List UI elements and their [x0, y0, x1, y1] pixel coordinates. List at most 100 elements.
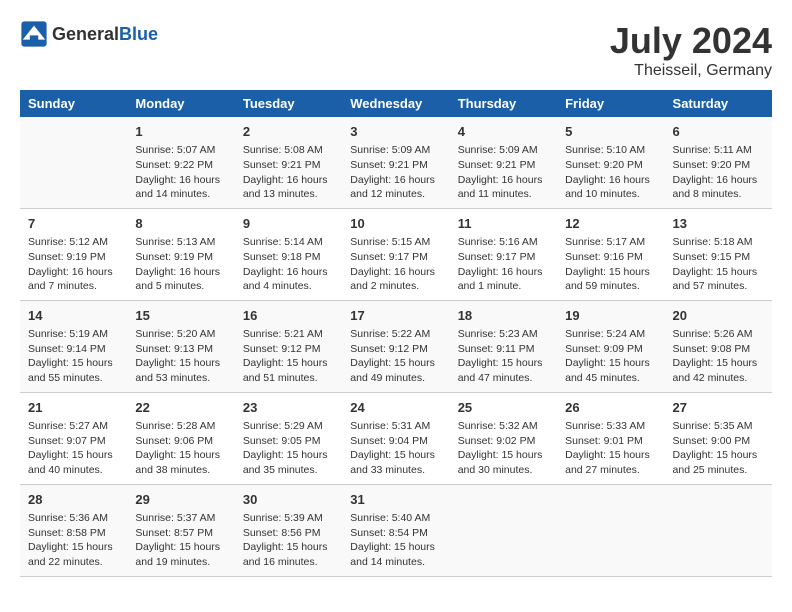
day-number: 12 — [565, 215, 656, 233]
day-number: 16 — [243, 307, 334, 325]
day-number: 30 — [243, 491, 334, 509]
calendar-cell: 1 Sunrise: 5:07 AM Sunset: 9:22 PM Daylig… — [127, 117, 234, 208]
day-info: Sunrise: 5:40 AM Sunset: 8:54 PM Dayligh… — [350, 511, 441, 570]
day-info: Sunrise: 5:16 AM Sunset: 9:17 PM Dayligh… — [458, 235, 549, 294]
day-number: 29 — [135, 491, 226, 509]
day-info: Sunrise: 5:18 AM Sunset: 9:15 PM Dayligh… — [673, 235, 764, 294]
calendar-cell: 12 Sunrise: 5:17 AM Sunset: 9:16 PM Dayli… — [557, 208, 664, 300]
day-info: Sunrise: 5:23 AM Sunset: 9:11 PM Dayligh… — [458, 327, 549, 386]
day-info: Sunrise: 5:11 AM Sunset: 9:20 PM Dayligh… — [673, 143, 764, 202]
day-info: Sunrise: 5:35 AM Sunset: 9:00 PM Dayligh… — [673, 419, 764, 478]
day-number: 5 — [565, 123, 656, 141]
calendar-cell: 31 Sunrise: 5:40 AM Sunset: 8:54 PM Dayli… — [342, 484, 449, 576]
header-day-friday: Friday — [557, 90, 664, 117]
calendar-cell: 25Sunrise: 5:32 AM Sunset: 9:02 PM Dayli… — [450, 392, 557, 484]
calendar-cell: 5Sunrise: 5:10 AM Sunset: 9:20 PM Daylig… — [557, 117, 664, 208]
day-info: Sunrise: 5:26 AM Sunset: 9:08 PM Dayligh… — [673, 327, 764, 386]
calendar-cell: 22 Sunrise: 5:28 AM Sunset: 9:06 PM Dayli… — [127, 392, 234, 484]
day-number: 24 — [350, 399, 441, 417]
calendar-cell: 19 Sunrise: 5:24 AM Sunset: 9:09 PM Dayli… — [557, 300, 664, 392]
day-number: 11 — [458, 215, 549, 233]
calendar-cell: 17 Sunrise: 5:22 AM Sunset: 9:12 PM Dayli… — [342, 300, 449, 392]
calendar-cell: 14Sunrise: 5:19 AM Sunset: 9:14 PM Dayli… — [20, 300, 127, 392]
header: General Blue July 2024 Theisseil, German… — [20, 20, 772, 80]
week-row-3: 14Sunrise: 5:19 AM Sunset: 9:14 PM Dayli… — [20, 300, 772, 392]
calendar-cell: 15 Sunrise: 5:20 AM Sunset: 9:13 PM Dayli… — [127, 300, 234, 392]
day-number: 4 — [458, 123, 549, 141]
calendar-cell — [665, 484, 772, 576]
week-row-4: 21 Sunrise: 5:27 AM Sunset: 9:07 PM Dayli… — [20, 392, 772, 484]
day-number: 15 — [135, 307, 226, 325]
calendar-header: SundayMondayTuesdayWednesdayThursdayFrid… — [20, 90, 772, 117]
day-info: Sunrise: 5:20 AM Sunset: 9:13 PM Dayligh… — [135, 327, 226, 386]
day-info: Sunrise: 5:24 AM Sunset: 9:09 PM Dayligh… — [565, 327, 656, 386]
day-info: Sunrise: 5:07 AM Sunset: 9:22 PM Dayligh… — [135, 143, 226, 202]
header-day-saturday: Saturday — [665, 90, 772, 117]
calendar-cell: 11 Sunrise: 5:16 AM Sunset: 9:17 PM Dayli… — [450, 208, 557, 300]
day-info: Sunrise: 5:08 AM Sunset: 9:21 PM Dayligh… — [243, 143, 334, 202]
day-number: 28 — [28, 491, 119, 509]
calendar-cell: 18 Sunrise: 5:23 AM Sunset: 9:11 PM Dayli… — [450, 300, 557, 392]
calendar-cell: 21 Sunrise: 5:27 AM Sunset: 9:07 PM Dayli… — [20, 392, 127, 484]
week-row-2: 7 Sunrise: 5:12 AM Sunset: 9:19 PM Daylig… — [20, 208, 772, 300]
calendar-cell: 27 Sunrise: 5:35 AM Sunset: 9:00 PM Dayli… — [665, 392, 772, 484]
day-number: 20 — [673, 307, 764, 325]
day-number: 8 — [135, 215, 226, 233]
day-number: 27 — [673, 399, 764, 417]
calendar-cell: 2 Sunrise: 5:08 AM Sunset: 9:21 PM Daylig… — [235, 117, 342, 208]
day-number: 21 — [28, 399, 119, 417]
calendar-body: 1 Sunrise: 5:07 AM Sunset: 9:22 PM Daylig… — [20, 117, 772, 576]
day-number: 19 — [565, 307, 656, 325]
main-title: July 2024 — [610, 20, 772, 62]
calendar-cell: 26Sunrise: 5:33 AM Sunset: 9:01 PM Dayli… — [557, 392, 664, 484]
calendar-cell: 29 Sunrise: 5:37 AM Sunset: 8:57 PM Dayli… — [127, 484, 234, 576]
day-info: Sunrise: 5:17 AM Sunset: 9:16 PM Dayligh… — [565, 235, 656, 294]
day-number: 9 — [243, 215, 334, 233]
calendar-cell: 10 Sunrise: 5:15 AM Sunset: 9:17 PM Dayli… — [342, 208, 449, 300]
day-number: 18 — [458, 307, 549, 325]
day-number: 25 — [458, 399, 549, 417]
calendar-cell: 13Sunrise: 5:18 AM Sunset: 9:15 PM Dayli… — [665, 208, 772, 300]
day-info: Sunrise: 5:21 AM Sunset: 9:12 PM Dayligh… — [243, 327, 334, 386]
day-info: Sunrise: 5:09 AM Sunset: 9:21 PM Dayligh… — [458, 143, 549, 202]
calendar-cell: 24 Sunrise: 5:31 AM Sunset: 9:04 PM Dayli… — [342, 392, 449, 484]
logo-icon — [20, 20, 48, 48]
day-number: 10 — [350, 215, 441, 233]
day-info: Sunrise: 5:39 AM Sunset: 8:56 PM Dayligh… — [243, 511, 334, 570]
day-info: Sunrise: 5:37 AM Sunset: 8:57 PM Dayligh… — [135, 511, 226, 570]
calendar-cell: 4 Sunrise: 5:09 AM Sunset: 9:21 PM Daylig… — [450, 117, 557, 208]
day-info: Sunrise: 5:29 AM Sunset: 9:05 PM Dayligh… — [243, 419, 334, 478]
day-number: 31 — [350, 491, 441, 509]
calendar-cell: 23 Sunrise: 5:29 AM Sunset: 9:05 PM Dayli… — [235, 392, 342, 484]
calendar-cell — [20, 117, 127, 208]
calendar-cell: 3 Sunrise: 5:09 AM Sunset: 9:21 PM Daylig… — [342, 117, 449, 208]
day-info: Sunrise: 5:22 AM Sunset: 9:12 PM Dayligh… — [350, 327, 441, 386]
day-number: 1 — [135, 123, 226, 141]
day-number: 6 — [673, 123, 764, 141]
day-number: 22 — [135, 399, 226, 417]
day-info: Sunrise: 5:13 AM Sunset: 9:19 PM Dayligh… — [135, 235, 226, 294]
calendar-cell — [450, 484, 557, 576]
day-info: Sunrise: 5:33 AM Sunset: 9:01 PM Dayligh… — [565, 419, 656, 478]
day-number: 17 — [350, 307, 441, 325]
calendar-table: SundayMondayTuesdayWednesdayThursdayFrid… — [20, 90, 772, 577]
day-info: Sunrise: 5:27 AM Sunset: 9:07 PM Dayligh… — [28, 419, 119, 478]
header-row: SundayMondayTuesdayWednesdayThursdayFrid… — [20, 90, 772, 117]
day-number: 7 — [28, 215, 119, 233]
day-number: 2 — [243, 123, 334, 141]
calendar-cell — [557, 484, 664, 576]
day-info: Sunrise: 5:28 AM Sunset: 9:06 PM Dayligh… — [135, 419, 226, 478]
calendar-cell: 8 Sunrise: 5:13 AM Sunset: 9:19 PM Daylig… — [127, 208, 234, 300]
day-info: Sunrise: 5:12 AM Sunset: 9:19 PM Dayligh… — [28, 235, 119, 294]
day-info: Sunrise: 5:14 AM Sunset: 9:18 PM Dayligh… — [243, 235, 334, 294]
day-info: Sunrise: 5:31 AM Sunset: 9:04 PM Dayligh… — [350, 419, 441, 478]
day-number: 3 — [350, 123, 441, 141]
day-number: 23 — [243, 399, 334, 417]
logo-text-blue: Blue — [119, 24, 158, 45]
calendar-cell: 9 Sunrise: 5:14 AM Sunset: 9:18 PM Daylig… — [235, 208, 342, 300]
day-info: Sunrise: 5:36 AM Sunset: 8:58 PM Dayligh… — [28, 511, 119, 570]
day-info: Sunrise: 5:15 AM Sunset: 9:17 PM Dayligh… — [350, 235, 441, 294]
calendar-cell: 20 Sunrise: 5:26 AM Sunset: 9:08 PM Dayli… — [665, 300, 772, 392]
day-info: Sunrise: 5:09 AM Sunset: 9:21 PM Dayligh… — [350, 143, 441, 202]
header-day-sunday: Sunday — [20, 90, 127, 117]
